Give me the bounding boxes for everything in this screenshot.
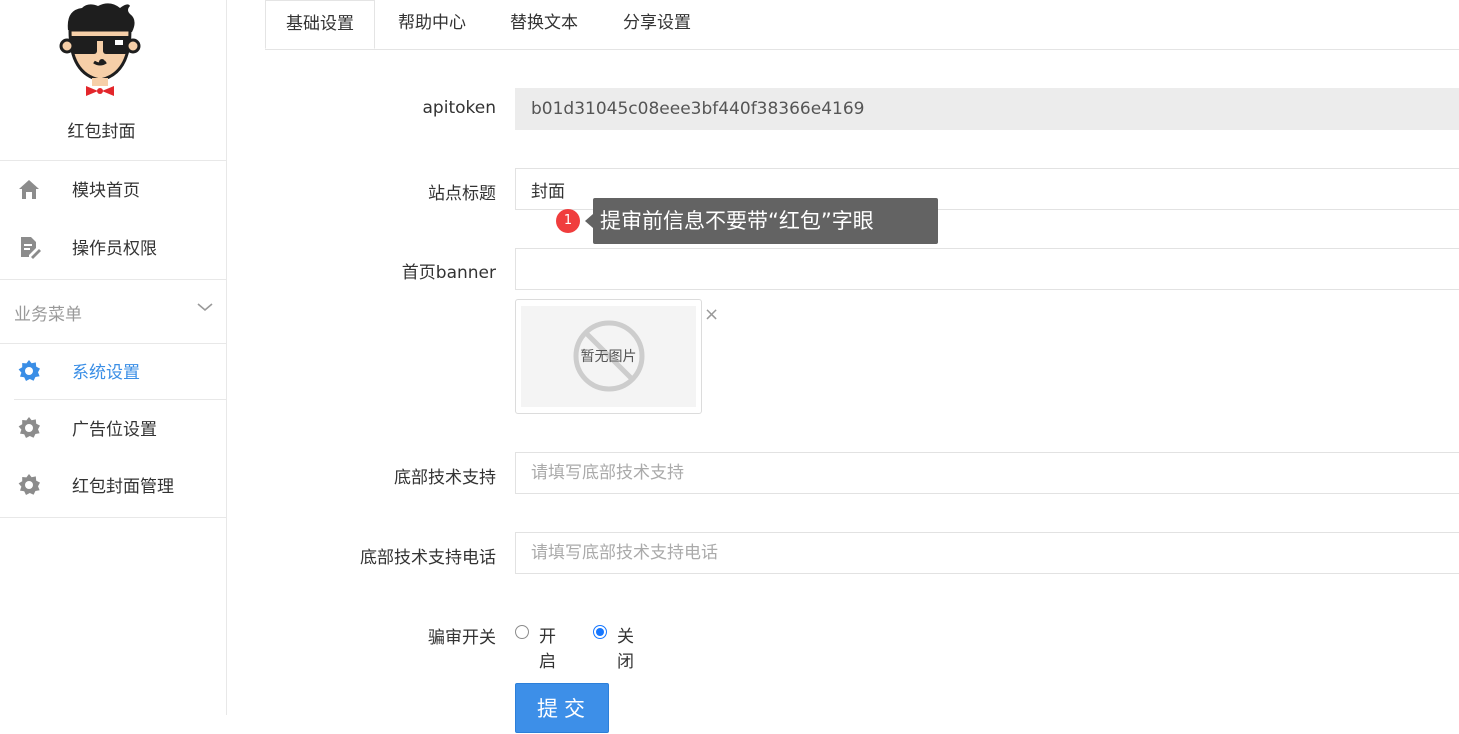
image-placeholder: 暂无图片: [521, 306, 696, 407]
nav-item-label: 广告位设置: [72, 420, 157, 440]
tab-help-center[interactable]: 帮助中心: [383, 0, 481, 49]
tab-basic-settings[interactable]: 基础设置: [265, 0, 375, 49]
tech-phone-field[interactable]: [515, 532, 1459, 574]
tooltip-badge: 1: [556, 209, 580, 233]
nav-item-cover-management[interactable]: 红包封面管理: [0, 456, 226, 512]
tab-share-settings[interactable]: 分享设置: [608, 0, 706, 49]
review-switch-label: 骗审开关: [428, 628, 496, 648]
tech-support-label: 底部技术支持: [394, 468, 496, 488]
apitoken-field[interactable]: [515, 88, 1459, 130]
nav-item-label: 系统设置: [72, 363, 140, 383]
no-image-text: 暂无图片: [580, 349, 637, 365]
tab-replace-text[interactable]: 替换文本: [495, 0, 593, 49]
nav-item-label: 模块首页: [72, 181, 140, 201]
tooltip-arrow: [585, 214, 593, 228]
home-icon: [19, 180, 39, 199]
document-edit-icon: [21, 237, 41, 259]
gear-icon: [18, 360, 40, 381]
radio-on-label[interactable]: 开启: [539, 622, 556, 672]
banner-label: 首页banner: [401, 263, 496, 283]
radio-off-label[interactable]: 关闭: [617, 622, 634, 672]
avatar: [59, 3, 141, 96]
divider: [0, 517, 226, 518]
sidebar: 红包封面 模块首页 操作员权限 业务菜单 系统设置 广告位设置 红包封面管理: [0, 0, 227, 715]
submit-button[interactable]: 提交: [515, 683, 609, 733]
nav-item-home[interactable]: 模块首页: [0, 160, 226, 216]
nav-item-label: 操作员权限: [72, 239, 157, 259]
remove-image-button[interactable]: ×: [704, 304, 719, 325]
chevron-down-icon: [197, 303, 213, 312]
section-title: 业务菜单: [14, 305, 82, 325]
divider: [0, 279, 226, 280]
nav-item-ad-settings[interactable]: 广告位设置: [0, 399, 226, 455]
site-title-label: 站点标题: [428, 184, 496, 204]
gear-icon: [18, 417, 40, 438]
gear-icon: [18, 474, 40, 495]
tab-bar: 基础设置 帮助中心 替换文本 分享设置: [265, 0, 1459, 50]
apitoken-label: apitoken: [422, 98, 496, 118]
banner-thumbnail[interactable]: 暂无图片: [515, 299, 702, 414]
nav-item-label: 红包封面管理: [72, 477, 174, 497]
tech-phone-label: 底部技术支持电话: [360, 548, 496, 568]
radio-on[interactable]: [515, 625, 529, 639]
tooltip: 提审前信息不要带“红包”字眼: [593, 198, 938, 244]
app-title: 红包封面: [67, 122, 136, 142]
logo-area: 红包封面: [0, 0, 226, 160]
nav-item-operator-permissions[interactable]: 操作员权限: [0, 218, 226, 274]
banner-field[interactable]: [515, 248, 1459, 290]
nav-item-system-settings[interactable]: 系统设置: [0, 342, 226, 398]
radio-off[interactable]: [593, 625, 607, 639]
tech-support-field[interactable]: [515, 452, 1459, 494]
